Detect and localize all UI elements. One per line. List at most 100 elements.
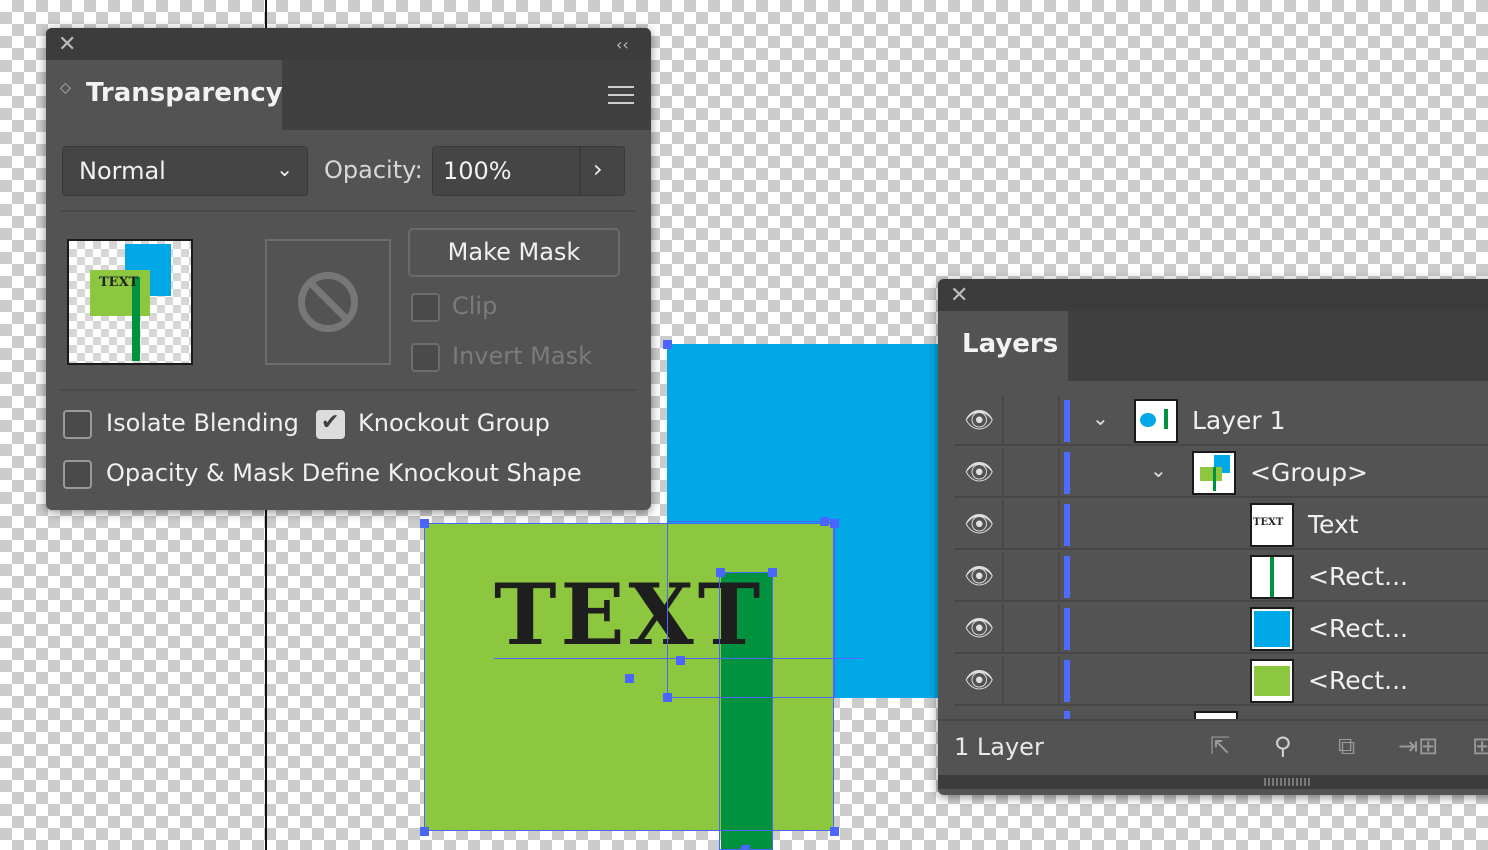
transparency-panel: ✕ ‹‹ ◇ Transparency Normal ⌄ Opacity: 10… (46, 28, 651, 510)
chevron-down-icon[interactable]: ⌄ (1150, 458, 1167, 482)
selection-handle[interactable] (420, 827, 429, 836)
layer-name: Layer 1 (1192, 406, 1286, 435)
rect-row[interactable]: 👁 <Rect... (954, 604, 1488, 654)
group-thumbnail (1192, 451, 1236, 495)
panel-tab-row: ◇ Transparency (46, 60, 651, 130)
selection-handle[interactable] (676, 656, 685, 665)
close-icon[interactable]: ✕ (950, 285, 968, 307)
lock-toggle[interactable] (1006, 656, 1060, 706)
layer-color-bar (1064, 400, 1070, 442)
panel-tab-row: Layers (938, 311, 1488, 381)
visibility-toggle[interactable]: 👁 (954, 604, 1004, 654)
clipping-mask-icon[interactable]: ⧉ (1338, 732, 1355, 760)
layer-color-bar (1064, 556, 1070, 598)
panel-title-bar[interactable]: ✕ ‹‹ (46, 28, 651, 60)
checkmark-icon: ✔ (321, 410, 340, 435)
selection-handle[interactable] (830, 827, 839, 836)
chevron-down-icon: ⌄ (276, 157, 293, 181)
opacity-mask-knockout-label: Opacity & Mask Define Knockout Shape (106, 459, 582, 487)
clip-label: Clip (452, 292, 498, 320)
layers-panel: ✕ Layers 👁 ⌄ Layer 1 👁 ⌄ <Group> 👁 TEXT … (938, 279, 1488, 795)
visibility-toggle[interactable]: 👁 (954, 396, 1004, 446)
knockout-group-checkbox[interactable]: ✔ (316, 410, 345, 439)
divider (60, 210, 636, 212)
artwork-thumbnail[interactable]: TEXT (67, 239, 193, 365)
lock-toggle[interactable] (1006, 552, 1060, 602)
group-row[interactable]: 👁 ⌄ <Group> (954, 448, 1488, 498)
knockout-group-label: Knockout Group (358, 409, 550, 437)
expand-arrows-icon: ◇ (60, 80, 71, 96)
rect-name: <Rect... (1308, 562, 1408, 591)
eye-icon: 👁 (964, 406, 995, 434)
selection-handle[interactable] (830, 519, 839, 528)
divider (60, 389, 636, 391)
visibility-toggle[interactable]: 👁 (954, 500, 1004, 550)
new-sublayer-icon[interactable]: ⇥⊞ (1398, 732, 1438, 760)
isolate-blending-checkbox[interactable] (63, 410, 92, 439)
invert-mask-checkbox[interactable] (411, 343, 440, 372)
lock-toggle[interactable] (1006, 604, 1060, 654)
eye-icon: 👁 (964, 458, 995, 486)
selection-handle[interactable] (820, 517, 829, 526)
selection-handle[interactable] (420, 519, 429, 528)
resize-grip-icon[interactable] (1264, 778, 1312, 786)
selection-handle[interactable] (663, 693, 672, 702)
tab-title: Layers (962, 329, 1059, 359)
lock-toggle[interactable] (1006, 500, 1060, 550)
rect-row[interactable]: 👁 <Rect... (954, 656, 1488, 706)
layer-row[interactable]: 👁 ⌄ Layer 1 (954, 396, 1488, 446)
panel-menu-icon[interactable] (608, 86, 634, 106)
visibility-toggle[interactable]: 👁 (954, 656, 1004, 706)
make-mask-button[interactable]: Make Mask (408, 228, 620, 277)
eye-icon: 👁 (964, 614, 995, 642)
lock-toggle[interactable] (1006, 448, 1060, 498)
lock-toggle[interactable] (1006, 396, 1060, 446)
opacity-mask-knockout-checkbox[interactable] (63, 460, 92, 489)
opacity-value: 100% (443, 157, 512, 185)
selection-handle[interactable] (768, 568, 777, 577)
text-anchor-handle[interactable] (625, 674, 634, 683)
blend-mode-value: Normal (79, 157, 166, 185)
isolate-blending-label: Isolate Blending (106, 409, 299, 437)
layer-color-bar (1064, 452, 1070, 494)
collapse-icon[interactable]: ‹‹ (616, 34, 629, 56)
layer-color-bar (1064, 608, 1070, 650)
rect-name: <Rect... (1308, 614, 1408, 643)
close-icon[interactable]: ✕ (58, 34, 76, 56)
selection-handle[interactable] (716, 568, 725, 577)
opacity-slider-arrow[interactable]: › (579, 147, 625, 195)
opacity-field[interactable]: 100% › (432, 146, 625, 196)
text-row[interactable]: 👁 TEXT Text (954, 500, 1488, 550)
selection-handle[interactable] (663, 340, 672, 349)
invert-mask-label: Invert Mask (452, 342, 592, 370)
eye-icon: 👁 (964, 666, 995, 694)
tab-transparency[interactable]: ◇ Transparency (46, 60, 283, 130)
no-mask-icon (298, 272, 358, 332)
selection-handle[interactable] (741, 845, 750, 850)
rect-name: <Rect... (1308, 666, 1408, 695)
rect-row[interactable]: 👁 <Rect... (954, 552, 1488, 602)
tab-layers[interactable]: Layers (938, 311, 1068, 381)
panel-title-bar[interactable]: ✕ (938, 279, 1488, 311)
opacity-mask-slot[interactable] (265, 239, 391, 365)
clip-checkbox[interactable] (411, 293, 440, 322)
text-name: Text (1308, 510, 1359, 539)
green-rect-thumbnail (1250, 659, 1294, 703)
thumb-text: TEXT (99, 275, 139, 290)
search-icon[interactable]: ⚲ (1274, 732, 1292, 760)
new-layer-icon[interactable]: ⊞ (1472, 732, 1488, 760)
chevron-right-icon: › (593, 155, 603, 183)
layer-color-bar (1064, 504, 1070, 546)
export-icon[interactable]: ⇱ (1210, 732, 1230, 760)
blue-rect-thumbnail (1250, 607, 1294, 651)
dark-green-rect-thumbnail (1250, 555, 1294, 599)
layer-thumbnail (1134, 399, 1178, 443)
thumb-text: TEXT (1253, 517, 1284, 528)
chevron-down-icon[interactable]: ⌄ (1092, 406, 1109, 430)
visibility-toggle[interactable]: 👁 (954, 448, 1004, 498)
visibility-toggle[interactable]: 👁 (954, 552, 1004, 602)
blend-mode-dropdown[interactable]: Normal ⌄ (62, 146, 308, 196)
eye-icon: 👁 (964, 510, 995, 538)
resize-bar[interactable] (938, 775, 1488, 789)
tab-title: Transparency (86, 78, 283, 108)
